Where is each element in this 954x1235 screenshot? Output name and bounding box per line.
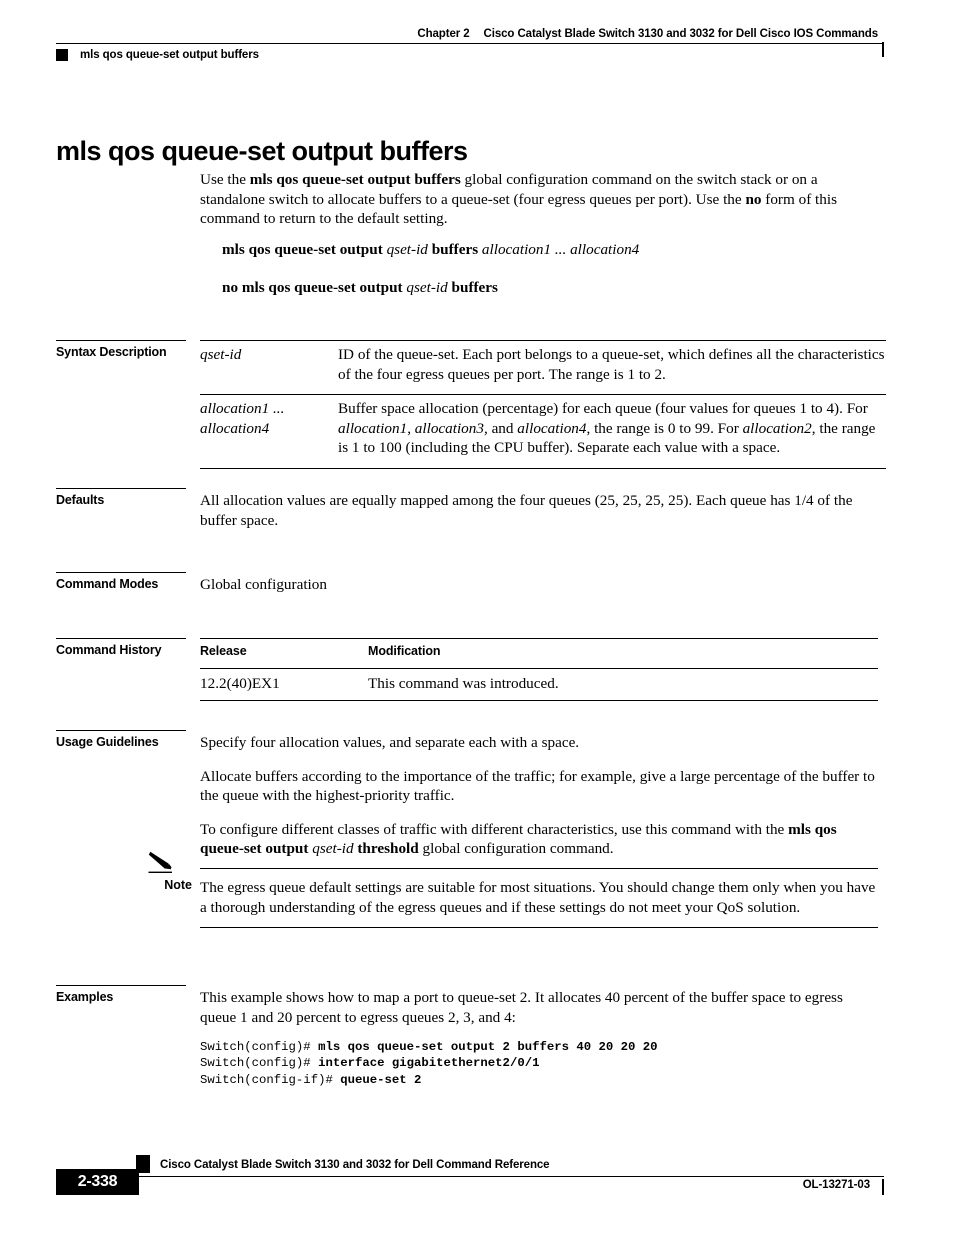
header-running-command: mls qos queue-set output buffers bbox=[80, 49, 259, 61]
column-header-release: Release bbox=[200, 638, 368, 669]
syntax-term-allocation-line1: allocation1 ... bbox=[200, 400, 285, 418]
page-title: mls qos queue-set output buffers bbox=[56, 136, 468, 167]
code-prompt-3: Switch(config-if)# bbox=[200, 1072, 341, 1087]
header-chapter: Chapter 2 bbox=[417, 28, 470, 40]
cell-release: 12.2(40)EX1 bbox=[200, 668, 368, 702]
syntax-description-table: qset-id ID of the queue-set. Each port b… bbox=[200, 339, 886, 469]
syntax-desc-cell: ID of the queue-set. Each port belongs t… bbox=[338, 339, 886, 396]
section-body-command-history: Release Modification 12.2(40)EX1 This co… bbox=[200, 638, 878, 702]
syntax-term-qsetid: qset-id bbox=[200, 346, 242, 363]
section-label-command-modes: Command Modes bbox=[56, 572, 186, 591]
header-book-title: Cisco Catalyst Blade Switch 3130 and 303… bbox=[483, 28, 879, 40]
alloc-desc-i3: allocation4 bbox=[517, 419, 587, 437]
document-page: Chapter 2 Cisco Catalyst Blade Switch 31… bbox=[0, 0, 954, 1235]
section-body-command-modes: Global configuration bbox=[200, 575, 878, 595]
syntax-term-cell: allocation1 ... allocation4 bbox=[200, 394, 338, 469]
footer-rule bbox=[56, 1176, 884, 1195]
syntax-term-allocation-line2: allocation4 bbox=[200, 419, 270, 437]
header-top-line: Chapter 2 Cisco Catalyst Blade Switch 31… bbox=[56, 28, 884, 43]
defaults-text: All allocation values are equally mapped… bbox=[200, 492, 853, 529]
intro-command-bold: mls qos queue-set output buffers bbox=[249, 171, 461, 188]
footer-document-id: OL-13271-03 bbox=[802, 1179, 870, 1191]
syntax-desc-cell: Buffer space allocation (percentage) for… bbox=[338, 394, 886, 469]
section-label-syntax-description: Syntax Description bbox=[56, 340, 186, 359]
usage3-e: global configuration command. bbox=[418, 840, 614, 858]
usage-paragraph-3: To configure different classes of traffi… bbox=[200, 820, 878, 859]
table-row: allocation1 ... allocation4 Buffer space… bbox=[200, 394, 886, 469]
usage-paragraph-2: Allocate buffers according to the import… bbox=[200, 767, 875, 805]
section-label-usage-guidelines: Usage Guidelines bbox=[56, 730, 186, 749]
cell-modification: This command was introduced. bbox=[368, 668, 878, 702]
usage3-qsetid: qset-id bbox=[312, 840, 354, 858]
header-rule bbox=[56, 42, 884, 58]
column-header-modification: Modification bbox=[368, 638, 878, 669]
example-code-block: Switch(config)# mls qos queue-set output… bbox=[200, 1039, 878, 1088]
syntax2-buffers: buffers bbox=[447, 278, 498, 296]
alloc-desc-a: Buffer space allocation (percentage) for… bbox=[338, 400, 868, 418]
table-row: qset-id ID of the queue-set. Each port b… bbox=[200, 339, 886, 396]
running-header: Chapter 2 Cisco Catalyst Blade Switch 31… bbox=[56, 28, 884, 61]
table-row: 12.2(40)EX1 This command was introduced. bbox=[200, 668, 878, 702]
footer-page-number: 2-338 bbox=[56, 1169, 139, 1195]
section-body-defaults: All allocation values are equally mapped… bbox=[200, 491, 878, 530]
section-label-examples: Examples bbox=[56, 985, 186, 1004]
code-command-1: mls qos queue-set output 2 buffers 40 20… bbox=[318, 1040, 658, 1055]
command-history-table: Release Modification 12.2(40)EX1 This co… bbox=[200, 638, 878, 702]
syntax1-buffers: buffers bbox=[427, 241, 482, 258]
examples-intro-text: This example shows how to map a port to … bbox=[200, 989, 843, 1026]
code-command-3: queue-set 2 bbox=[340, 1072, 422, 1087]
footer-doc-title: Cisco Catalyst Blade Switch 3130 and 303… bbox=[160, 1159, 550, 1171]
section-body-syntax-description: qset-id ID of the queue-set. Each port b… bbox=[200, 339, 886, 469]
syntax2-cmd: no mls qos queue-set output bbox=[222, 278, 407, 296]
usage3-threshold: threshold bbox=[353, 840, 419, 858]
code-command-2: interface gigabitethernet2/0/1 bbox=[318, 1056, 540, 1071]
command-syntax-block: mls qos queue-set output qset-id buffers… bbox=[222, 240, 882, 297]
usage-paragraph-1: Specify four allocation values, and sepa… bbox=[200, 734, 580, 751]
header-bottom-line: mls qos queue-set output buffers bbox=[56, 49, 884, 61]
note-label: Note bbox=[164, 878, 192, 892]
command-syntax-line-no-form: no mls qos queue-set output qset-id buff… bbox=[222, 278, 882, 298]
alloc-desc-b: , bbox=[407, 419, 415, 437]
note-text: The egress queue default settings are su… bbox=[200, 868, 878, 929]
syntax1-cmd: mls qos queue-set output bbox=[222, 241, 387, 258]
command-modes-text: Global configuration bbox=[200, 576, 327, 593]
page-footer: Cisco Catalyst Blade Switch 3130 and 303… bbox=[56, 1155, 884, 1215]
intro-text-a: Use the bbox=[200, 171, 250, 188]
section-label-command-history: Command History bbox=[56, 638, 186, 657]
section-body-examples: This example shows how to map a port to … bbox=[200, 988, 878, 1088]
alloc-desc-i2: allocation3 bbox=[414, 419, 484, 437]
section-body-usage-guidelines: Specify four allocation values, and sepa… bbox=[200, 733, 878, 859]
alloc-desc-i1: allocation1 bbox=[338, 419, 408, 437]
alloc-desc-c: , and bbox=[483, 419, 518, 437]
intro-no-bold: no bbox=[745, 190, 762, 208]
syntax-term-cell: qset-id bbox=[200, 339, 338, 396]
alloc-desc-i4: allocation2 bbox=[742, 419, 812, 437]
syntax1-allocations: allocation1 ... allocation4 bbox=[481, 241, 640, 258]
table-header-row: Release Modification bbox=[200, 638, 878, 669]
pencil-icon bbox=[148, 851, 172, 873]
section-label-defaults: Defaults bbox=[56, 488, 186, 507]
code-prompt-1: Switch(config)# bbox=[200, 1040, 319, 1055]
usage3-a: To configure different classes of traffi… bbox=[200, 820, 789, 838]
command-syntax-line-positive: mls qos queue-set output qset-id buffers… bbox=[222, 240, 882, 260]
note-icon-group: Note bbox=[146, 850, 194, 892]
intro-paragraph: Use the mls qos queue-set output buffers… bbox=[200, 170, 878, 229]
syntax2-qsetid: qset-id bbox=[406, 278, 448, 296]
syntax1-qsetid: qset-id bbox=[386, 241, 428, 258]
alloc-desc-d: , the range is 0 to 99. For bbox=[586, 419, 743, 437]
code-prompt-2: Switch(config)# bbox=[200, 1056, 319, 1071]
header-marker-square-icon bbox=[56, 49, 68, 61]
